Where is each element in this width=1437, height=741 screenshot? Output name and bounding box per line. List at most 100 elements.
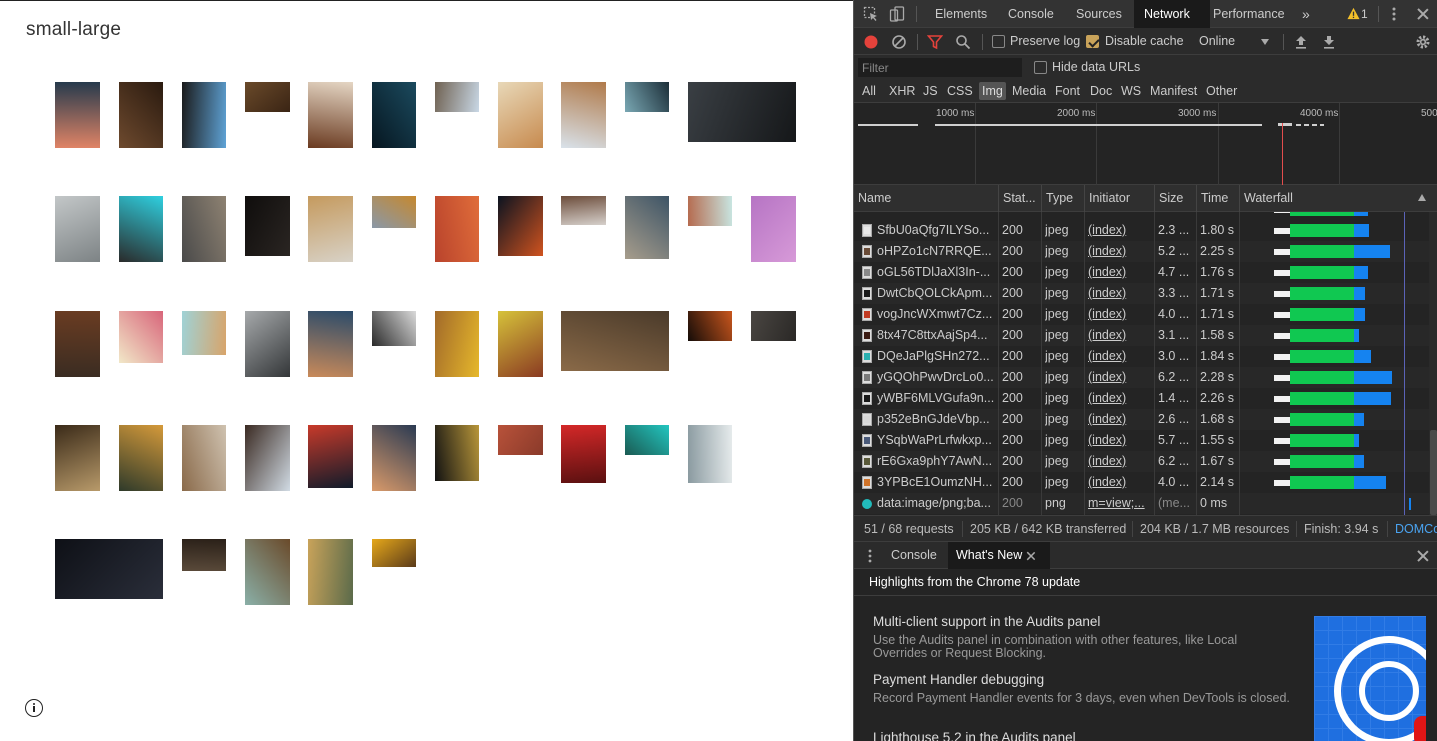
request-initiator-link[interactable]: (index) [1088, 409, 1151, 430]
close-drawer-icon[interactable] [1417, 550, 1429, 562]
type-filter-js[interactable]: JS [920, 82, 941, 100]
tab-network[interactable]: Network [1134, 0, 1210, 28]
request-name[interactable]: SfbU0aQfg7ILYSo... [877, 220, 995, 241]
search-icon[interactable] [955, 34, 971, 50]
whats-new-item-title[interactable]: Lighthouse 5.2 in the Audits panel [873, 730, 1076, 741]
sort-ascending-icon[interactable] [1418, 194, 1426, 201]
column-type[interactable]: Type [1041, 185, 1084, 212]
filter-icon[interactable] [927, 34, 943, 50]
table-row[interactable]: DQeJaPlgSHn272... 200 jpeg (index) 3.0 ... 1.… [854, 346, 1429, 367]
request-name[interactable]: rE6Gxa9phY7AwN... [877, 451, 995, 472]
column-size[interactable]: Size [1154, 185, 1196, 212]
warning-icon[interactable] [1347, 7, 1360, 20]
tab-performance[interactable]: Performance [1203, 0, 1295, 28]
table-row[interactable]: data:image/png;ba... 200 png m=view;... (me.… [854, 493, 1429, 514]
table-row[interactable]: vogJncWXmwt7Cz... 200 jpeg (index) 4.0 ... 1.… [854, 304, 1429, 325]
filter-input[interactable] [858, 58, 1022, 77]
close-devtools-icon[interactable] [1417, 8, 1429, 20]
type-filter-manifest[interactable]: Manifest [1147, 82, 1200, 100]
table-row[interactable]: p352eBnGJdeVbp... 200 jpeg (index) 2.6 ... 1.… [854, 409, 1429, 430]
request-initiator-link[interactable]: (index) [1088, 241, 1151, 262]
request-initiator-link[interactable]: (index) [1088, 325, 1151, 346]
request-name[interactable]: DwtCbQOLCkApm... [877, 283, 995, 304]
request-initiator-link[interactable]: (index) [1088, 304, 1151, 325]
type-filter-img[interactable]: Img [979, 82, 1006, 100]
disable-cache-checkbox[interactable] [1086, 35, 1099, 48]
table-row[interactable]: rE6Gxa9phY7AwN... 200 jpeg (index) 6.2 ... 1.… [854, 451, 1429, 472]
waterfall-queue-bar [1274, 480, 1290, 486]
type-filter-doc[interactable]: Doc [1087, 82, 1115, 100]
table-row[interactable]: yWBF6MLVGufa9n... 200 jpeg (index) 1.4 ... 2.… [854, 388, 1429, 409]
table-row[interactable]: oHPZo1cN7RRQE... 200 jpeg (index) 5.2 ... 2.2… [854, 241, 1429, 262]
table-row[interactable]: yGQOhPwvDrcLo0... 200 jpeg (index) 6.2 ... 2.… [854, 367, 1429, 388]
request-initiator-link[interactable]: (index) [1088, 262, 1151, 283]
info-icon[interactable] [25, 699, 43, 717]
drawer-tab-console[interactable]: Console [883, 542, 945, 569]
request-initiator-link[interactable]: (index) [1088, 367, 1151, 388]
type-filter-font[interactable]: Font [1052, 82, 1083, 100]
request-name[interactable]: yWBF6MLVGufa9n... [877, 388, 995, 409]
table-row[interactable]: 3YPBcE1OumzNH... 200 jpeg (index) 4.0 ... 2.1… [854, 472, 1429, 493]
request-initiator-link[interactable]: (index) [1088, 451, 1151, 472]
request-name[interactable]: oHPZo1cN7RRQE... [877, 241, 995, 262]
type-filter-ws[interactable]: WS [1118, 82, 1144, 100]
tab-sources[interactable]: Sources [1066, 0, 1132, 28]
request-initiator-link[interactable]: (index) [1088, 430, 1151, 451]
network-overview-timeline[interactable]: 1000 ms 2000 ms 3000 ms 4000 ms 500 [854, 103, 1437, 185]
column-status[interactable]: Stat... [998, 185, 1041, 212]
export-har-icon[interactable] [1321, 34, 1337, 50]
table-row[interactable]: YSqbWaPrLrfwkxp... 200 jpeg (index) 5.7 ... 1… [854, 430, 1429, 451]
scrollbar-thumb[interactable] [1430, 430, 1437, 515]
kebab-menu-icon[interactable] [1386, 6, 1402, 22]
requests-scrollbar[interactable] [1429, 212, 1437, 515]
clear-icon[interactable] [891, 34, 907, 50]
request-initiator-link[interactable]: (index) [1088, 346, 1151, 367]
request-name[interactable]: YSqbWaPrLrfwkxp... [877, 430, 995, 451]
column-time[interactable]: Time [1196, 185, 1239, 212]
warning-count[interactable]: 1 [1361, 0, 1368, 28]
type-filter-other[interactable]: Other [1203, 82, 1240, 100]
tab-elements[interactable]: Elements [925, 0, 997, 28]
hide-data-urls-checkbox[interactable] [1034, 61, 1047, 74]
close-whats-new-tab-icon[interactable] [1027, 552, 1036, 561]
table-row[interactable]: SfbU0aQfg7ILYSo... 200 jpeg (index) 2.3 ... 1… [854, 220, 1429, 241]
table-row[interactable]: oGL56TDlJaXl3In-... 200 jpeg (index) 4.7 ...… [854, 262, 1429, 283]
inspect-element-icon[interactable] [863, 6, 879, 22]
type-filter-css[interactable]: CSS [944, 82, 976, 100]
request-initiator-link[interactable]: (index) [1088, 283, 1151, 304]
column-initiator[interactable]: Initiator [1084, 185, 1154, 212]
request-name[interactable]: vogJncWXmwt7Cz... [877, 304, 995, 325]
waterfall-download-bar [1354, 212, 1368, 216]
request-name[interactable]: yGQOhPwvDrcLo0... [877, 367, 995, 388]
column-waterfall[interactable]: Waterfall [1239, 185, 1437, 212]
drawer-menu-icon[interactable] [866, 548, 874, 564]
request-name[interactable]: 3YPBcE1OumzNH... [877, 472, 995, 493]
whats-new-item-title[interactable]: Multi-client support in the Audits panel [873, 614, 1100, 629]
request-initiator-link[interactable]: (index) [1088, 220, 1151, 241]
whats-new-item-title[interactable]: Payment Handler debugging [873, 672, 1044, 687]
network-settings-gear-icon[interactable] [1415, 34, 1431, 50]
table-row[interactable]: 8tx47C8ttxAajSp4... 200 jpeg (index) 3.1 ...… [854, 325, 1429, 346]
type-filter-media[interactable]: Media [1009, 82, 1049, 100]
tab-console[interactable]: Console [998, 0, 1064, 28]
request-initiator-link[interactable]: m=view;... [1088, 493, 1151, 514]
type-filter-xhr[interactable]: XHR [886, 82, 918, 100]
request-initiator-link[interactable]: (index) [1088, 388, 1151, 409]
request-name[interactable]: p352eBnGJdeVbp... [877, 409, 995, 430]
preserve-log-checkbox[interactable] [992, 35, 1005, 48]
request-name[interactable]: 8tx47C8ttxAajSp4... [877, 325, 995, 346]
throttling-select[interactable]: Online [1199, 28, 1235, 55]
import-har-icon[interactable] [1293, 34, 1309, 50]
table-row[interactable] [854, 212, 1429, 220]
column-name[interactable]: Name [854, 185, 998, 212]
request-name[interactable]: oGL56TDlJaXl3In-... [877, 262, 995, 283]
table-row[interactable]: DwtCbQOLCkApm... 200 jpeg (index) 3.3 ... 1.7… [854, 283, 1429, 304]
type-filter-all[interactable]: All [859, 82, 879, 100]
throttling-dropdown-icon[interactable] [1261, 39, 1269, 45]
record-icon[interactable] [863, 34, 879, 50]
device-toolbar-icon[interactable] [889, 6, 905, 22]
request-name[interactable]: DQeJaPlgSHn272... [877, 346, 995, 367]
more-tabs-button[interactable]: » [1292, 0, 1320, 28]
request-name[interactable]: data:image/png;ba... [877, 493, 995, 514]
request-initiator-link[interactable]: (index) [1088, 472, 1151, 493]
